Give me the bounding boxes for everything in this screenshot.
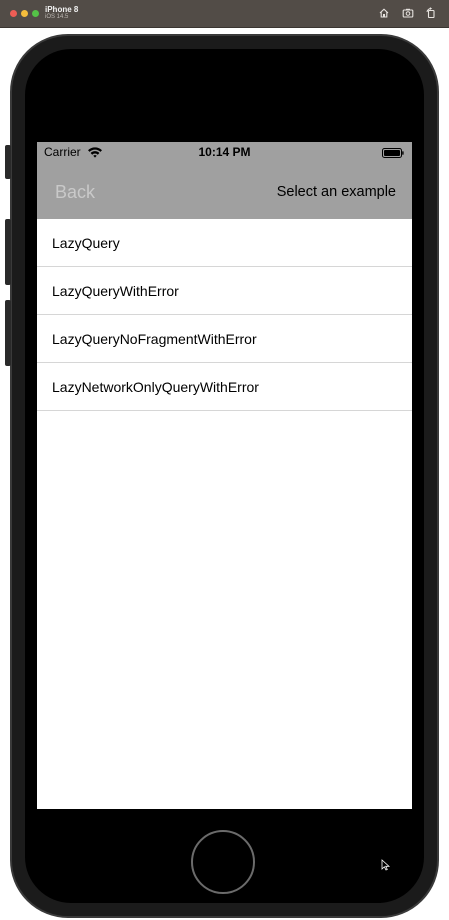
- status-time: 10:14 PM: [198, 145, 251, 159]
- simulator-device-name: iPhone 8: [45, 5, 79, 14]
- list-item[interactable]: LazyQueryNoFragmentWithError: [37, 315, 412, 363]
- navigation-bar: Back Select an example: [37, 162, 412, 219]
- list-item-label: LazyQuery: [52, 235, 120, 251]
- battery-icon: [382, 147, 404, 158]
- volume-down-button: [5, 300, 11, 366]
- list-item[interactable]: LazyNetworkOnlyQueryWithError: [37, 363, 412, 411]
- nav-title: Select an example: [276, 184, 396, 200]
- list-item[interactable]: LazyQueryWithError: [37, 267, 412, 315]
- list-item-label: LazyQueryWithError: [52, 283, 179, 299]
- close-window-button[interactable]: [10, 10, 17, 17]
- home-button[interactable]: [191, 830, 255, 894]
- screenshot-icon[interactable]: [402, 7, 414, 19]
- status-bar: Carrier 10:14 PM: [37, 142, 412, 162]
- list-item-label: LazyQueryNoFragmentWithError: [52, 331, 257, 347]
- minimize-window-button[interactable]: [21, 10, 28, 17]
- simulator-os-version: iOS 14.5: [45, 14, 69, 20]
- zoom-window-button[interactable]: [32, 10, 39, 17]
- list-item[interactable]: LazyQuery: [37, 219, 412, 267]
- examples-list: LazyQuery LazyQueryWithError LazyQueryNo…: [37, 219, 412, 411]
- mouse-cursor-icon: [381, 858, 391, 871]
- volume-up-button: [5, 219, 11, 285]
- mute-switch: [5, 145, 11, 179]
- simulator-titlebar: iPhone 8 iOS 14.5: [0, 0, 449, 28]
- home-icon[interactable]: [378, 7, 390, 19]
- phone-screen: Carrier 10:14 PM Back Select an example …: [37, 142, 412, 809]
- list-item-label: LazyNetworkOnlyQueryWithError: [52, 379, 259, 395]
- back-button[interactable]: Back: [55, 182, 95, 202]
- rotate-icon[interactable]: [425, 7, 437, 19]
